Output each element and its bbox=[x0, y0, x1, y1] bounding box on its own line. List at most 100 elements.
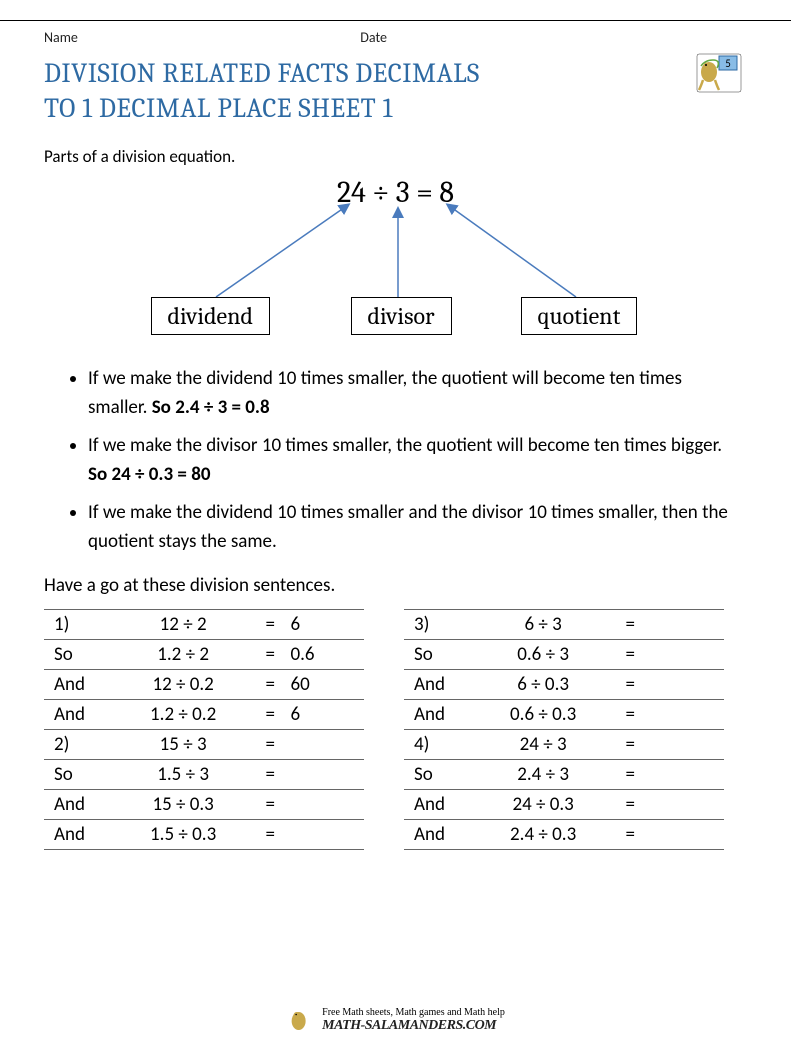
intro-text: Parts of a division equation. bbox=[44, 146, 747, 167]
row-label: And bbox=[404, 670, 470, 700]
answer-cell[interactable]: 6 bbox=[284, 700, 364, 730]
row-label: So bbox=[44, 640, 110, 670]
table-row: 4)24 ÷ 3= bbox=[404, 730, 724, 760]
table-row: And1.5 ÷ 0.3= bbox=[44, 820, 364, 850]
expression-cell: 2.4 ÷ 0.3 bbox=[470, 820, 616, 850]
svg-text:5: 5 bbox=[725, 57, 731, 70]
equals-cell: = bbox=[256, 640, 284, 670]
equation-diagram: 24 ÷ 3 = 8 dividend divisor quotient bbox=[76, 175, 716, 335]
row-label: 3) bbox=[404, 610, 470, 640]
table-row: So2.4 ÷ 3= bbox=[404, 760, 724, 790]
answer-cell[interactable]: 6 bbox=[284, 610, 364, 640]
table-row: And1.2 ÷ 0.2=6 bbox=[44, 700, 364, 730]
table-row: 2)15 ÷ 3= bbox=[44, 730, 364, 760]
table-row: So1.5 ÷ 3= bbox=[44, 760, 364, 790]
dividend-label: dividend bbox=[151, 297, 271, 335]
equals-cell: = bbox=[616, 640, 644, 670]
expression-cell: 1.2 ÷ 2 bbox=[110, 640, 256, 670]
expression-cell: 15 ÷ 3 bbox=[110, 730, 256, 760]
row-label: And bbox=[44, 670, 110, 700]
equals-cell: = bbox=[616, 730, 644, 760]
answer-cell[interactable] bbox=[284, 790, 364, 820]
answer-cell[interactable] bbox=[284, 760, 364, 790]
table-row: And6 ÷ 0.3= bbox=[404, 670, 724, 700]
answer-cell[interactable] bbox=[644, 610, 724, 640]
expression-cell: 12 ÷ 0.2 bbox=[110, 670, 256, 700]
expression-cell: 15 ÷ 0.3 bbox=[110, 790, 256, 820]
equals-cell: = bbox=[256, 820, 284, 850]
equals-cell: = bbox=[616, 820, 644, 850]
row-label: And bbox=[404, 700, 470, 730]
expression-cell: 24 ÷ 3 bbox=[470, 730, 616, 760]
date-label: Date bbox=[360, 29, 387, 46]
equals-cell: = bbox=[256, 670, 284, 700]
quotient-label: quotient bbox=[521, 297, 638, 335]
equals-cell: = bbox=[616, 760, 644, 790]
answer-cell[interactable] bbox=[644, 730, 724, 760]
exercise-table-left: 1)12 ÷ 2=6So1.2 ÷ 2=0.6And12 ÷ 0.2=60And… bbox=[44, 609, 364, 850]
expression-cell: 0.6 ÷ 3 bbox=[470, 640, 616, 670]
bullet-list: If we make the dividend 10 times smaller… bbox=[88, 365, 747, 556]
equals-cell: = bbox=[256, 700, 284, 730]
row-label: 4) bbox=[404, 730, 470, 760]
row-label: And bbox=[44, 790, 110, 820]
table-row: 1)12 ÷ 2=6 bbox=[44, 610, 364, 640]
answer-cell[interactable] bbox=[284, 820, 364, 850]
row-label: 2) bbox=[44, 730, 110, 760]
answer-cell[interactable] bbox=[284, 730, 364, 760]
divisor-label: divisor bbox=[351, 297, 452, 335]
answer-cell[interactable]: 0.6 bbox=[284, 640, 364, 670]
answer-cell[interactable] bbox=[644, 760, 724, 790]
row-label: And bbox=[404, 820, 470, 850]
expression-cell: 0.6 ÷ 0.3 bbox=[470, 700, 616, 730]
table-row: So1.2 ÷ 2=0.6 bbox=[44, 640, 364, 670]
row-label: And bbox=[44, 700, 110, 730]
answer-cell[interactable] bbox=[644, 670, 724, 700]
page-title: DIVISION RELATED FACTS DECIMALS TO 1 DEC… bbox=[44, 56, 747, 126]
list-item: If we make the dividend 10 times smaller… bbox=[88, 499, 737, 556]
equals-cell: = bbox=[256, 730, 284, 760]
expression-cell: 24 ÷ 0.3 bbox=[470, 790, 616, 820]
list-item: If we make the divisor 10 times smaller,… bbox=[88, 432, 737, 489]
expression-cell: 1.2 ÷ 0.2 bbox=[110, 700, 256, 730]
table-row: And12 ÷ 0.2=60 bbox=[44, 670, 364, 700]
answer-cell[interactable]: 60 bbox=[284, 670, 364, 700]
row-label: So bbox=[44, 760, 110, 790]
equals-cell: = bbox=[256, 790, 284, 820]
exercise-table-right: 3)6 ÷ 3=So0.6 ÷ 3=And6 ÷ 0.3=And0.6 ÷ 0.… bbox=[404, 609, 724, 850]
instruction-text: Have a go at these division sentences. bbox=[44, 574, 747, 597]
equals-cell: = bbox=[256, 610, 284, 640]
row-label: 1) bbox=[44, 610, 110, 640]
equals-cell: = bbox=[616, 790, 644, 820]
answer-cell[interactable] bbox=[644, 820, 724, 850]
expression-cell: 2.4 ÷ 3 bbox=[470, 760, 616, 790]
footer-site: MATH-SALAMANDERS.COM bbox=[322, 1018, 505, 1034]
table-row: 3)6 ÷ 3= bbox=[404, 610, 724, 640]
logo-icon: 5 bbox=[695, 52, 743, 94]
footer-logo-icon bbox=[286, 1006, 316, 1034]
expression-cell: 6 ÷ 3 bbox=[470, 610, 616, 640]
table-row: So0.6 ÷ 3= bbox=[404, 640, 724, 670]
name-label: Name bbox=[44, 29, 78, 46]
row-label: And bbox=[44, 820, 110, 850]
answer-cell[interactable] bbox=[644, 700, 724, 730]
equals-cell: = bbox=[616, 700, 644, 730]
table-row: And2.4 ÷ 0.3= bbox=[404, 820, 724, 850]
answer-cell[interactable] bbox=[644, 790, 724, 820]
expression-cell: 1.5 ÷ 0.3 bbox=[110, 820, 256, 850]
table-row: And0.6 ÷ 0.3= bbox=[404, 700, 724, 730]
expression-cell: 6 ÷ 0.3 bbox=[470, 670, 616, 700]
equals-cell: = bbox=[256, 760, 284, 790]
row-label: So bbox=[404, 640, 470, 670]
table-row: And24 ÷ 0.3= bbox=[404, 790, 724, 820]
expression-cell: 1.5 ÷ 3 bbox=[110, 760, 256, 790]
expression-cell: 12 ÷ 2 bbox=[110, 610, 256, 640]
equals-cell: = bbox=[616, 610, 644, 640]
footer-tagline: Free Math sheets, Math games and Math he… bbox=[322, 1007, 505, 1018]
table-row: And15 ÷ 0.3= bbox=[44, 790, 364, 820]
footer: Free Math sheets, Math games and Math he… bbox=[286, 1006, 505, 1034]
equals-cell: = bbox=[616, 670, 644, 700]
answer-cell[interactable] bbox=[644, 640, 724, 670]
list-item: If we make the dividend 10 times smaller… bbox=[88, 365, 737, 422]
row-label: So bbox=[404, 760, 470, 790]
